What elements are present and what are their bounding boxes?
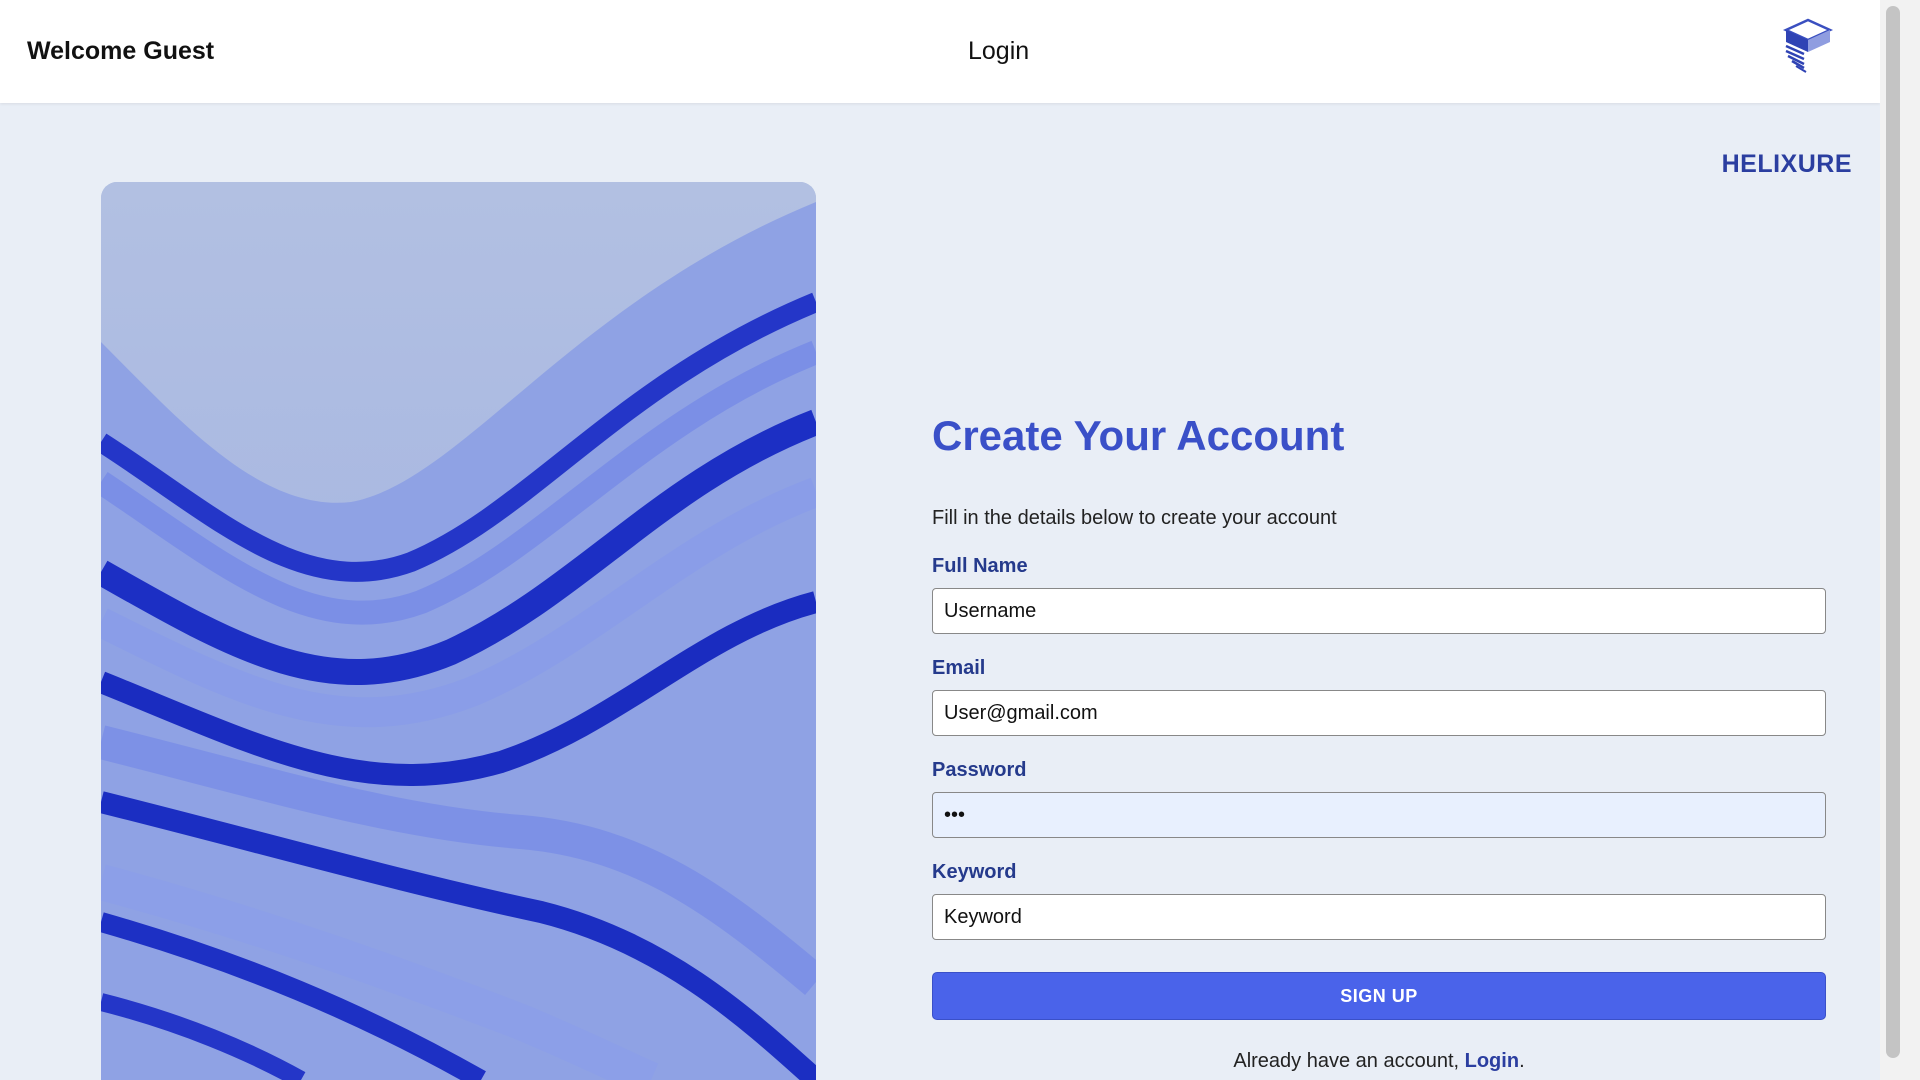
keyword-input[interactable]: [932, 894, 1826, 940]
blue-wave-ribbons-image: [101, 182, 816, 1080]
email-label: Email: [932, 657, 986, 679]
login-prompt: Already have an account, Login.: [932, 1050, 1826, 1073]
keyword-label: Keyword: [932, 861, 1017, 883]
form-title: Create Your Account: [932, 412, 1345, 459]
login-link[interactable]: Login: [1465, 1050, 1519, 1072]
cube-stack-icon[interactable]: [1782, 18, 1834, 74]
form-subtitle: Fill in the details below to create your…: [932, 507, 1337, 529]
email-input[interactable]: [932, 690, 1826, 736]
login-prompt-period: .: [1519, 1050, 1525, 1072]
full-name-label: Full Name: [932, 555, 1028, 577]
top-navbar: Welcome Guest Login: [0, 0, 1880, 103]
scrollbar-thumb[interactable]: [1886, 6, 1900, 1058]
password-label: Password: [932, 759, 1027, 781]
brand-name: HELIXURE: [1721, 150, 1852, 178]
full-name-input[interactable]: [932, 588, 1826, 634]
welcome-text: Welcome Guest: [27, 37, 215, 65]
sign-up-button[interactable]: SIGN UP: [932, 972, 1826, 1020]
login-prompt-text: Already have an account,: [1233, 1050, 1465, 1072]
nav-login-link[interactable]: Login: [968, 37, 1029, 66]
password-input[interactable]: [932, 792, 1826, 838]
